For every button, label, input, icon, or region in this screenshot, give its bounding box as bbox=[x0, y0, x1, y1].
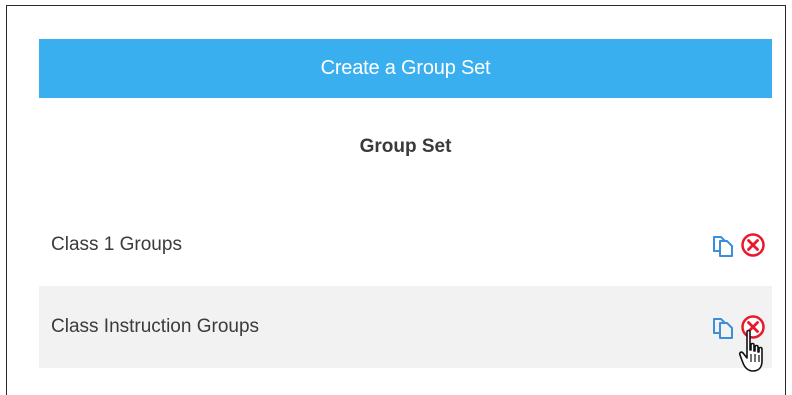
group-set-heading: Group Set bbox=[359, 136, 452, 157]
row-actions bbox=[710, 232, 766, 258]
delete-icon[interactable] bbox=[740, 232, 766, 258]
group-set-name: Class Instruction Groups bbox=[51, 316, 260, 337]
group-set-row[interactable]: Class Instruction Groups bbox=[39, 286, 772, 368]
copy-icon[interactable] bbox=[710, 232, 736, 258]
copy-icon[interactable] bbox=[710, 314, 736, 340]
create-group-set-button[interactable]: Create a Group Set bbox=[39, 39, 772, 98]
row-actions bbox=[710, 314, 766, 340]
group-set-row[interactable]: Class 1 Groups bbox=[39, 206, 772, 284]
group-set-name: Class 1 Groups bbox=[51, 234, 182, 255]
delete-icon[interactable] bbox=[740, 314, 766, 340]
